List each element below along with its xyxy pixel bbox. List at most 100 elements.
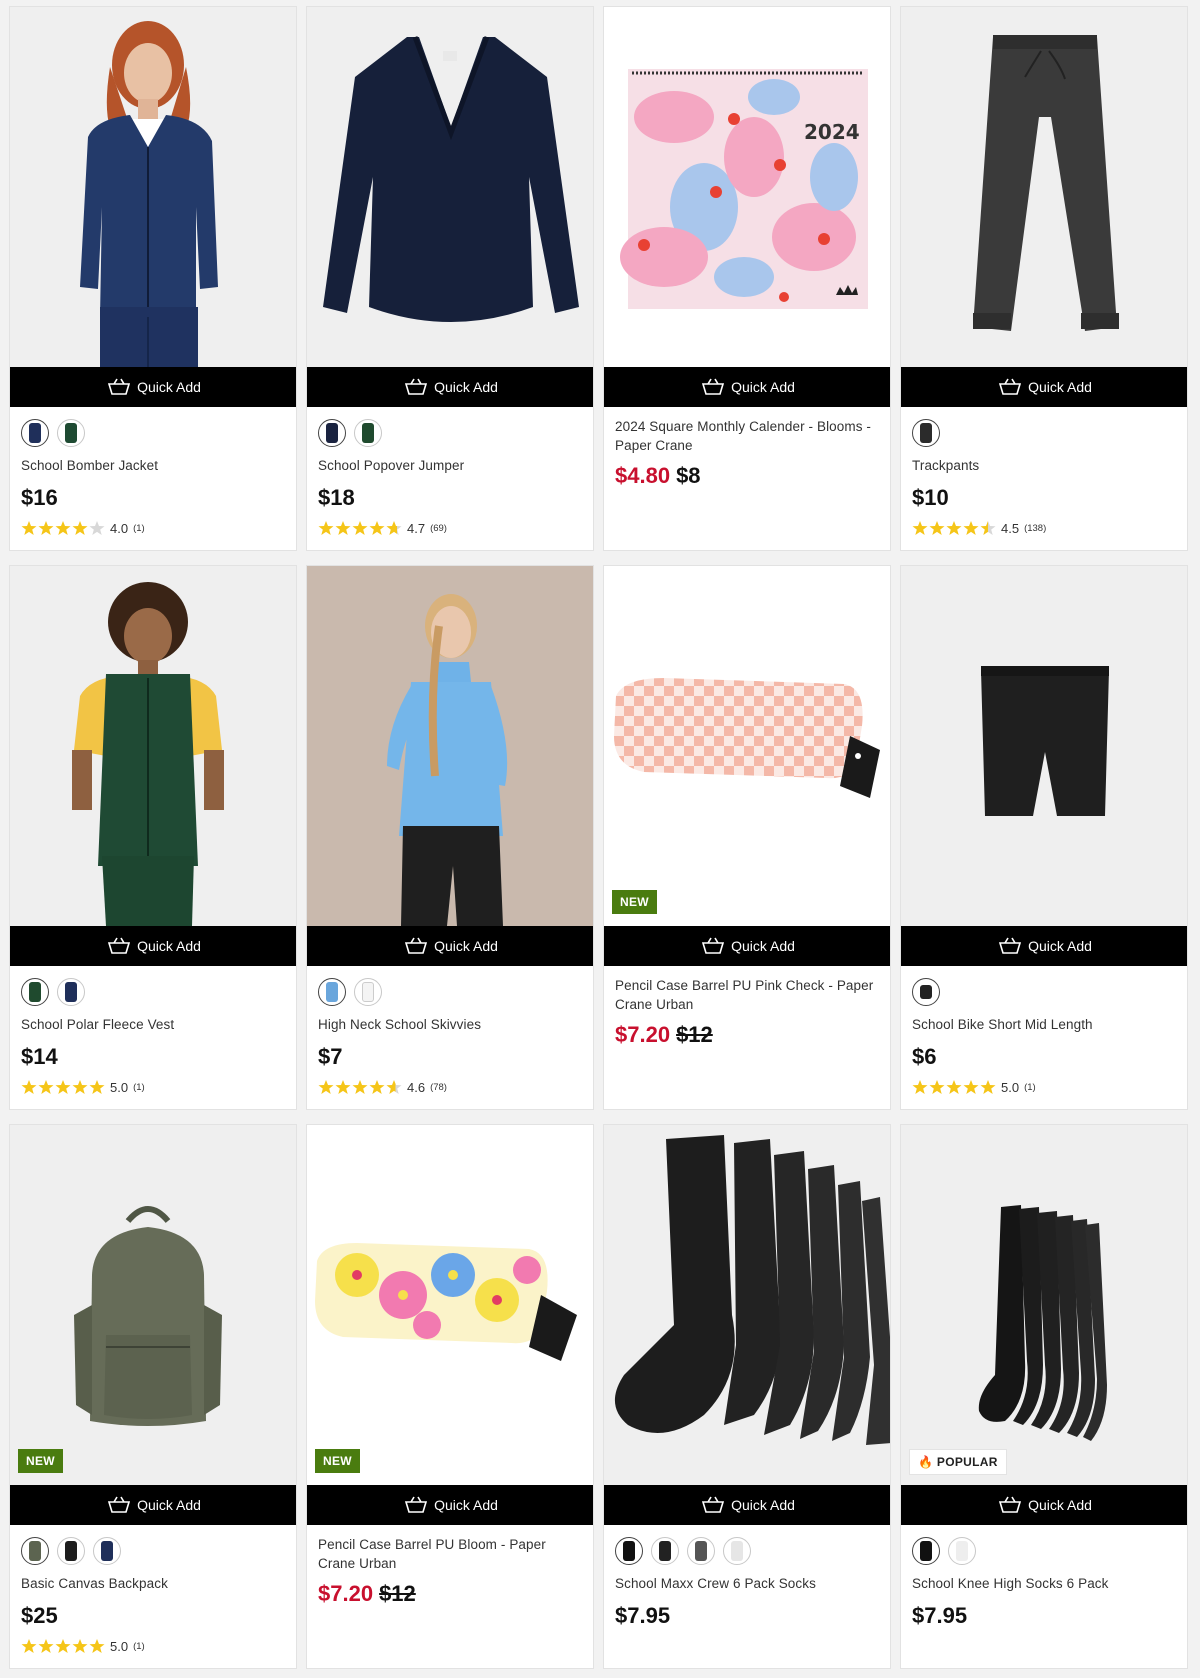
- product-card[interactable]: 🔥 POPULAR Quick Add School Knee High Soc…: [900, 1124, 1188, 1669]
- star-icon: [89, 1639, 105, 1653]
- popular-label: POPULAR: [936, 1455, 998, 1469]
- product-image[interactable]: [901, 566, 1187, 926]
- star-rating: [912, 520, 996, 536]
- flame-icon: 🔥: [918, 1455, 934, 1469]
- quick-add-button[interactable]: Quick Add: [604, 1485, 890, 1525]
- quick-add-button[interactable]: Quick Add: [10, 926, 296, 966]
- product-image[interactable]: NEW: [307, 1125, 593, 1485]
- new-badge: NEW: [315, 1449, 360, 1473]
- product-name[interactable]: 2024 Square Monthly Calender - Blooms - …: [615, 417, 879, 455]
- product-name[interactable]: Basic Canvas Backpack: [21, 1574, 285, 1593]
- product-price: $6: [912, 1044, 937, 1069]
- product-rating: 4.0 (1): [21, 519, 285, 537]
- product-card[interactable]: Quick Add School Bike Short Mid Length $…: [900, 565, 1188, 1110]
- quick-add-label: Quick Add: [731, 1497, 795, 1513]
- review-count: (1): [1024, 1081, 1036, 1093]
- star-icon: [72, 1080, 88, 1094]
- product-image[interactable]: [901, 7, 1187, 367]
- color-swatch[interactable]: [912, 978, 940, 1006]
- basket-icon: [999, 378, 1022, 395]
- color-swatch[interactable]: [21, 1537, 49, 1565]
- product-name[interactable]: School Knee High Socks 6 Pack: [912, 1574, 1176, 1593]
- quick-add-label: Quick Add: [1028, 379, 1092, 395]
- star-icon: [386, 1080, 402, 1094]
- product-rating: 5.0 (1): [21, 1078, 285, 1096]
- sale-price: $7.20: [615, 1022, 671, 1047]
- quick-add-button[interactable]: Quick Add: [307, 367, 593, 407]
- new-badge: NEW: [612, 890, 657, 914]
- product-card[interactable]: Quick Add School Polar Fleece Vest $14 5…: [9, 565, 297, 1110]
- product-image[interactable]: [10, 7, 296, 367]
- color-swatch[interactable]: [318, 978, 346, 1006]
- quick-add-button[interactable]: Quick Add: [901, 926, 1187, 966]
- product-name[interactable]: School Polar Fleece Vest: [21, 1015, 285, 1034]
- star-rating: [318, 1079, 402, 1095]
- color-swatches: [318, 419, 582, 447]
- star-icon: [335, 521, 351, 535]
- product-image[interactable]: [10, 566, 296, 926]
- product-card[interactable]: Quick Add School Bomber Jacket $16 4.0 (…: [9, 6, 297, 551]
- color-swatch[interactable]: [912, 419, 940, 447]
- basket-icon: [405, 937, 428, 954]
- product-image[interactable]: [307, 7, 593, 367]
- product-card[interactable]: Quick Add Trackpants $10 4.5 (138): [900, 6, 1188, 551]
- quick-add-button[interactable]: Quick Add: [604, 367, 890, 407]
- color-swatch[interactable]: [912, 1537, 940, 1565]
- color-swatch[interactable]: [687, 1537, 715, 1565]
- product-image[interactable]: [307, 566, 593, 926]
- product-name[interactable]: School Bomber Jacket: [21, 456, 285, 475]
- color-swatch[interactable]: [21, 978, 49, 1006]
- product-image[interactable]: NEW: [604, 566, 890, 926]
- color-swatch[interactable]: [93, 1537, 121, 1565]
- quick-add-button[interactable]: Quick Add: [901, 367, 1187, 407]
- quick-add-label: Quick Add: [731, 379, 795, 395]
- basket-icon: [702, 937, 725, 954]
- star-icon: [980, 521, 996, 535]
- color-swatch[interactable]: [354, 419, 382, 447]
- product-name[interactable]: Trackpants: [912, 456, 1176, 475]
- quick-add-button[interactable]: Quick Add: [10, 1485, 296, 1525]
- color-swatch[interactable]: [57, 1537, 85, 1565]
- product-rating: 5.0 (1): [912, 1078, 1176, 1096]
- product-name[interactable]: Pencil Case Barrel PU Pink Check - Paper…: [615, 976, 879, 1014]
- quick-add-button[interactable]: Quick Add: [10, 367, 296, 407]
- product-price: $7.20 $12: [318, 1581, 582, 1609]
- product-name[interactable]: School Maxx Crew 6 Pack Socks: [615, 1574, 879, 1593]
- product-name[interactable]: School Bike Short Mid Length: [912, 1015, 1176, 1034]
- star-icon: [369, 1080, 385, 1094]
- quick-add-button[interactable]: Quick Add: [307, 1485, 593, 1525]
- quick-add-button[interactable]: Quick Add: [307, 926, 593, 966]
- quick-add-button[interactable]: Quick Add: [901, 1485, 1187, 1525]
- product-card[interactable]: NEW Quick Add Basic Canvas Backpack $25 …: [9, 1124, 297, 1669]
- color-swatch[interactable]: [57, 419, 85, 447]
- product-card[interactable]: NEW Quick Add Pencil Case Barrel PU Bloo…: [306, 1124, 594, 1669]
- color-swatch[interactable]: [615, 1537, 643, 1565]
- basket-icon: [702, 378, 725, 395]
- product-card[interactable]: 2024 Quick Add 2024 Square Monthly Calen…: [603, 6, 891, 551]
- quick-add-button[interactable]: Quick Add: [604, 926, 890, 966]
- product-image[interactable]: 🔥 POPULAR: [901, 1125, 1187, 1485]
- product-image[interactable]: NEW: [10, 1125, 296, 1485]
- color-swatches: [912, 1537, 1176, 1565]
- product-card[interactable]: NEW Quick Add Pencil Case Barrel PU Pink…: [603, 565, 891, 1110]
- color-swatch[interactable]: [354, 978, 382, 1006]
- color-swatch[interactable]: [21, 419, 49, 447]
- color-swatch[interactable]: [318, 419, 346, 447]
- color-swatch[interactable]: [723, 1537, 751, 1565]
- product-card[interactable]: Quick Add School Popover Jumper $18 4.7 …: [306, 6, 594, 551]
- star-icon: [55, 1080, 71, 1094]
- product-name[interactable]: High Neck School Skivvies: [318, 1015, 582, 1034]
- product-name[interactable]: Pencil Case Barrel PU Bloom - Paper Cran…: [318, 1535, 582, 1573]
- product-image[interactable]: [604, 1125, 890, 1485]
- product-card[interactable]: Quick Add School Maxx Crew 6 Pack Socks …: [603, 1124, 891, 1669]
- star-icon: [318, 1080, 334, 1094]
- color-swatch[interactable]: [57, 978, 85, 1006]
- product-name[interactable]: School Popover Jumper: [318, 456, 582, 475]
- product-card[interactable]: Quick Add High Neck School Skivvies $7 4…: [306, 565, 594, 1110]
- star-icon: [929, 521, 945, 535]
- basket-icon: [405, 1496, 428, 1513]
- color-swatch[interactable]: [948, 1537, 976, 1565]
- product-image[interactable]: 2024: [604, 7, 890, 367]
- color-swatch[interactable]: [651, 1537, 679, 1565]
- star-icon: [929, 1080, 945, 1094]
